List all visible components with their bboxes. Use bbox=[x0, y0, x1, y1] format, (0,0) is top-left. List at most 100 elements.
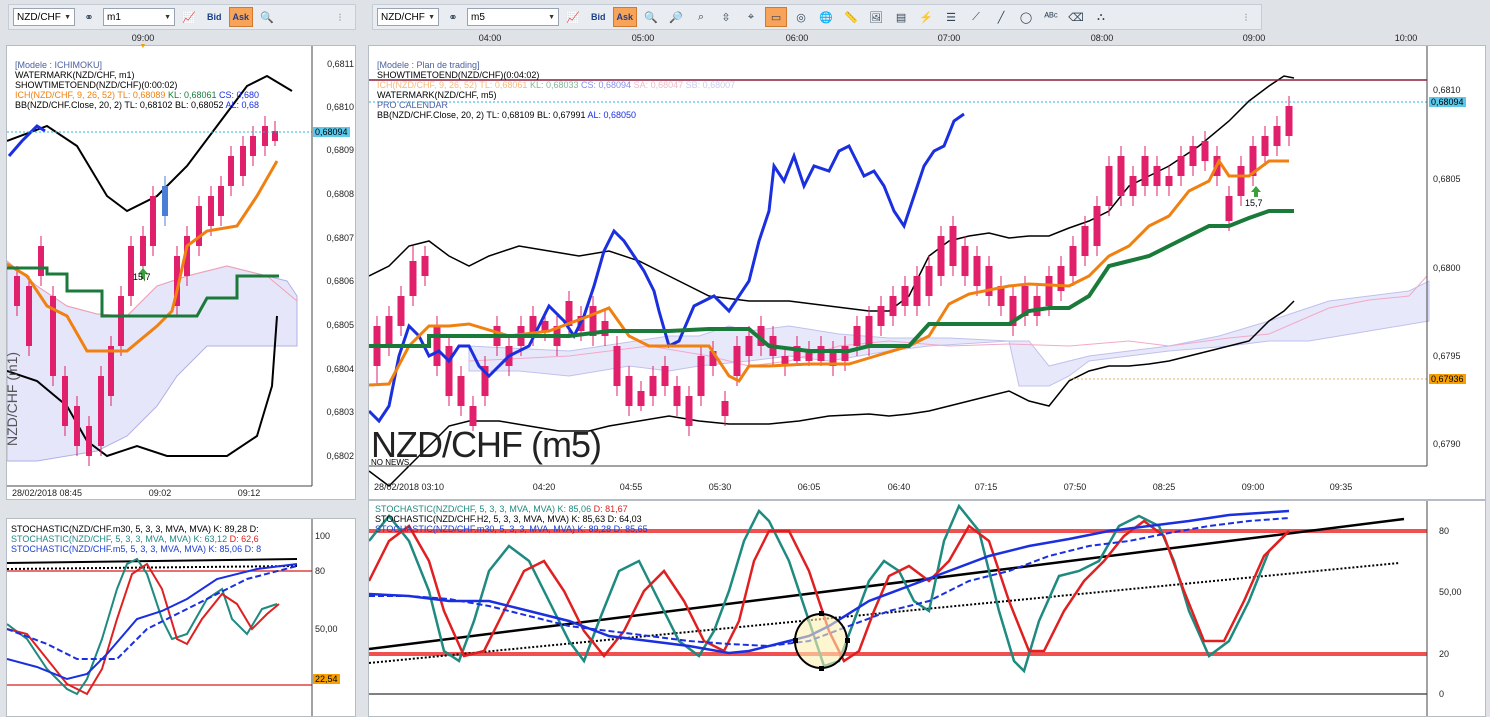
candle bbox=[901, 286, 909, 306]
candle bbox=[1153, 166, 1161, 186]
price-tick: 0,6811 bbox=[327, 59, 354, 69]
timeframe-select[interactable]: m1 ▼ bbox=[103, 8, 175, 26]
candle bbox=[937, 236, 945, 276]
candle bbox=[1273, 126, 1281, 146]
symbol-select[interactable]: NZD/CHF ▼ bbox=[13, 8, 75, 26]
zoom-fit-icon[interactable]: ⌕ bbox=[690, 7, 712, 27]
scale-icon[interactable]: ⇳ bbox=[715, 7, 737, 27]
link-icon[interactable]: ⚭ bbox=[442, 7, 464, 27]
eraser-icon[interactable]: ⌫ bbox=[1065, 7, 1087, 27]
price-tick: 0,6802 bbox=[326, 451, 354, 461]
price-tick: 0,6795 bbox=[1433, 351, 1461, 361]
right-price-tag-2: 0,67936 bbox=[1429, 374, 1466, 384]
overflow-icon[interactable]: ⁝ bbox=[1235, 7, 1257, 27]
price-tick: 0,6806 bbox=[326, 276, 354, 286]
template-icon[interactable]: ▤ bbox=[890, 7, 912, 27]
ruler-icon[interactable]: 📏 bbox=[840, 7, 862, 27]
left-bb-legend: BB(NZD/CHF.Close, 20, 2) TL: 0,68102 BL:… bbox=[15, 100, 260, 110]
right-toolbar: NZD/CHF ▼ ⚭ m5 ▼ 📈 Bid Ask 🔍 🔎 ⌕ ⇳ ⌖ ▭ ◎ 🌐… bbox=[372, 4, 1262, 30]
time-marker: 08:00 bbox=[1090, 33, 1114, 43]
candle bbox=[625, 376, 633, 406]
time-tick: 09:12 bbox=[237, 488, 261, 498]
bid-button[interactable]: Bid bbox=[587, 7, 610, 27]
text-icon[interactable]: ᴬᴮᶜ bbox=[1040, 7, 1062, 27]
zoom-in-icon[interactable]: 🔍 bbox=[640, 7, 662, 27]
fan-icon[interactable]: ⟋ bbox=[965, 7, 987, 27]
handle-bottom[interactable] bbox=[819, 666, 824, 671]
candle bbox=[240, 146, 246, 176]
handle-top[interactable] bbox=[819, 611, 824, 616]
time-tick: 28/02/2018 03:10 bbox=[373, 482, 445, 492]
ask-button[interactable]: Ask bbox=[228, 7, 254, 27]
symbol-select[interactable]: NZD/CHF ▼ bbox=[377, 8, 439, 26]
overflow-icon[interactable]: ⁝ bbox=[329, 7, 351, 27]
snapshot-icon[interactable]: ◎ bbox=[790, 7, 812, 27]
candle bbox=[118, 296, 124, 346]
marker-triangle-icon: ▼ bbox=[139, 43, 147, 50]
time-marker: 09:00 bbox=[131, 33, 155, 43]
zoom-icon[interactable]: 🔍 bbox=[256, 7, 278, 27]
candle bbox=[913, 276, 921, 306]
handle-left[interactable] bbox=[793, 638, 798, 643]
symbol-value: NZD/CHF bbox=[17, 11, 61, 23]
candle bbox=[38, 246, 44, 276]
candle bbox=[385, 316, 393, 346]
candle bbox=[1069, 246, 1077, 276]
handle-right[interactable] bbox=[845, 638, 850, 643]
right-stochastic-panel[interactable]: STOCHASTIC(NZD/CHF, 5, 3, 3, MVA, MVA) K… bbox=[368, 500, 1486, 717]
lines-icon[interactable]: ☰ bbox=[940, 7, 962, 27]
symbol-value: NZD/CHF bbox=[381, 11, 425, 23]
left-stoch-legend-1: STOCHASTIC(NZD/CHF, 5, 3, 3, MVA, MVA) K… bbox=[11, 534, 259, 544]
candle bbox=[128, 246, 134, 296]
stoch-tick: 80 bbox=[315, 566, 326, 576]
candle bbox=[86, 426, 92, 456]
stoch-tick: 50,00 bbox=[1439, 587, 1462, 597]
price-tick: 0,6810 bbox=[326, 102, 354, 112]
candle bbox=[673, 386, 681, 406]
trendline-icon[interactable]: ╱ bbox=[990, 7, 1012, 27]
stoch-k-teal bbox=[7, 557, 278, 696]
candle bbox=[218, 186, 224, 216]
ask-button[interactable]: Ask bbox=[612, 7, 638, 27]
candle bbox=[397, 296, 405, 326]
candle bbox=[1105, 166, 1113, 206]
globe-icon[interactable]: 🌐 bbox=[815, 7, 837, 27]
right-price-chart[interactable]: [Modele : Plan de trading] SHOWTIMETOEND… bbox=[368, 45, 1486, 500]
fibonacci-icon[interactable]: ⚡ bbox=[915, 7, 937, 27]
time-tick: 09:02 bbox=[148, 488, 172, 498]
h2-line bbox=[7, 558, 298, 564]
bid-button[interactable]: Bid bbox=[203, 7, 226, 27]
image-icon[interactable]: 🖼 bbox=[865, 7, 887, 27]
candle bbox=[150, 196, 156, 246]
left-price-chart[interactable]: [Modele : ICHIMOKU] WATERMARK(NZD/CHF, m… bbox=[6, 45, 356, 500]
tooltip-icon[interactable]: ▭ bbox=[765, 7, 788, 27]
candle bbox=[1165, 176, 1173, 186]
time-marker: 09:00 bbox=[1242, 33, 1266, 43]
timeframe-select[interactable]: m5 ▼ bbox=[467, 8, 559, 26]
candle bbox=[445, 346, 453, 396]
chart-type-icon[interactable]: 📈 bbox=[178, 7, 200, 27]
right-stoch-legend-1: STOCHASTIC(NZD/CHF.H2, 5, 3, 3, MVA, MVA… bbox=[375, 514, 642, 524]
price-tick: 0,6805 bbox=[1433, 174, 1461, 184]
candle bbox=[1093, 206, 1101, 246]
candle bbox=[961, 246, 969, 276]
candle bbox=[1045, 276, 1053, 306]
link-icon[interactable]: ⚭ bbox=[78, 7, 100, 27]
zoom-out-icon[interactable]: 🔎 bbox=[665, 7, 687, 27]
crosshair-icon[interactable]: ⌖ bbox=[740, 7, 762, 27]
time-tick: 06:05 bbox=[797, 482, 821, 492]
right-ich-legend: ICH(NZD/CHF, 9, 26, 52) TL: 0,68061 KL: … bbox=[377, 80, 736, 90]
news-label: NO NEWS bbox=[371, 458, 410, 467]
timeframe-value: m5 bbox=[471, 11, 485, 23]
candle bbox=[1237, 166, 1245, 196]
chart-type-icon[interactable]: 📈 bbox=[562, 7, 584, 27]
time-marker: 05:00 bbox=[631, 33, 655, 43]
right-candles bbox=[373, 96, 1293, 436]
objects-icon[interactable]: ⛬ bbox=[1090, 7, 1112, 27]
left-time-axis: 28/02/2018 08:45 09:02 09:12 bbox=[7, 488, 312, 499]
ellipse-icon[interactable]: ◯ bbox=[1015, 7, 1037, 27]
chevron-down-icon: ▼ bbox=[548, 13, 555, 21]
candle bbox=[208, 196, 214, 226]
candle bbox=[865, 316, 873, 346]
left-stochastic-panel[interactable]: STOCHASTIC(NZD/CHF.m30, 5, 3, 3, MVA, MV… bbox=[6, 518, 356, 717]
